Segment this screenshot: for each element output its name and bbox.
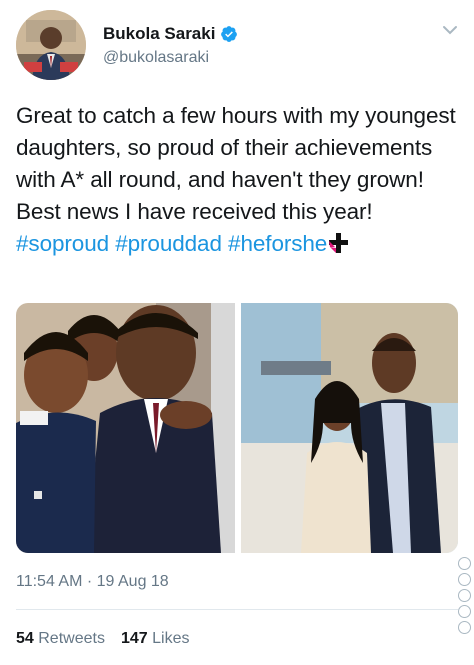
- tweet-text: Great to catch a few hours with my young…: [16, 100, 466, 260]
- likes-stat[interactable]: 147 Likes: [121, 630, 190, 648]
- retweets-count: 54: [16, 630, 34, 647]
- avatar[interactable]: [16, 10, 86, 80]
- scroll-dot: [458, 621, 471, 634]
- scroll-indicator: [458, 557, 472, 637]
- scroll-dot: [458, 605, 471, 618]
- display-name-row: Bukola Saraki: [103, 23, 238, 45]
- likes-count: 147: [120, 630, 148, 647]
- scroll-dot: [458, 589, 471, 602]
- scroll-dot: [458, 557, 471, 570]
- tweet-timestamp[interactable]: 11:54 AM · 19 Aug 18: [16, 573, 169, 591]
- hashtag-prouddad[interactable]: #prouddad: [115, 231, 222, 256]
- tweet-media: [16, 303, 458, 553]
- tweet-body: Great to catch a few hours with my young…: [16, 103, 456, 224]
- photo-right-image: [241, 303, 458, 553]
- avatar-photo-icon: [16, 10, 86, 80]
- hashtag-soproud[interactable]: #soproud: [16, 231, 109, 256]
- tweet-card: Bukola Saraki @bukolasaraki Great to cat…: [0, 0, 474, 665]
- retweets-stat[interactable]: 54 Retweets: [16, 630, 105, 648]
- likes-label: Likes: [152, 630, 190, 647]
- chevron-down-icon[interactable]: [442, 24, 458, 36]
- photo-left-image: [16, 303, 235, 553]
- scroll-dot: [458, 573, 471, 586]
- author-handle[interactable]: @bukolasaraki: [103, 49, 238, 67]
- tweet-header: Bukola Saraki @bukolasaraki: [16, 10, 458, 80]
- divider: [16, 609, 458, 610]
- author-names: Bukola Saraki @bukolasaraki: [103, 23, 238, 67]
- retweets-label: Retweets: [38, 630, 105, 647]
- heforshe-symbol-icon: [329, 233, 349, 253]
- hashtag-heforshe[interactable]: #heforshe: [228, 231, 327, 256]
- verified-badge-icon: [221, 26, 238, 42]
- photo-man-holding-child[interactable]: [16, 303, 235, 553]
- photo-man-with-daughter[interactable]: [241, 303, 458, 553]
- tweet-stats: 54 Retweets 147 Likes: [16, 630, 189, 648]
- display-name[interactable]: Bukola Saraki: [103, 24, 215, 44]
